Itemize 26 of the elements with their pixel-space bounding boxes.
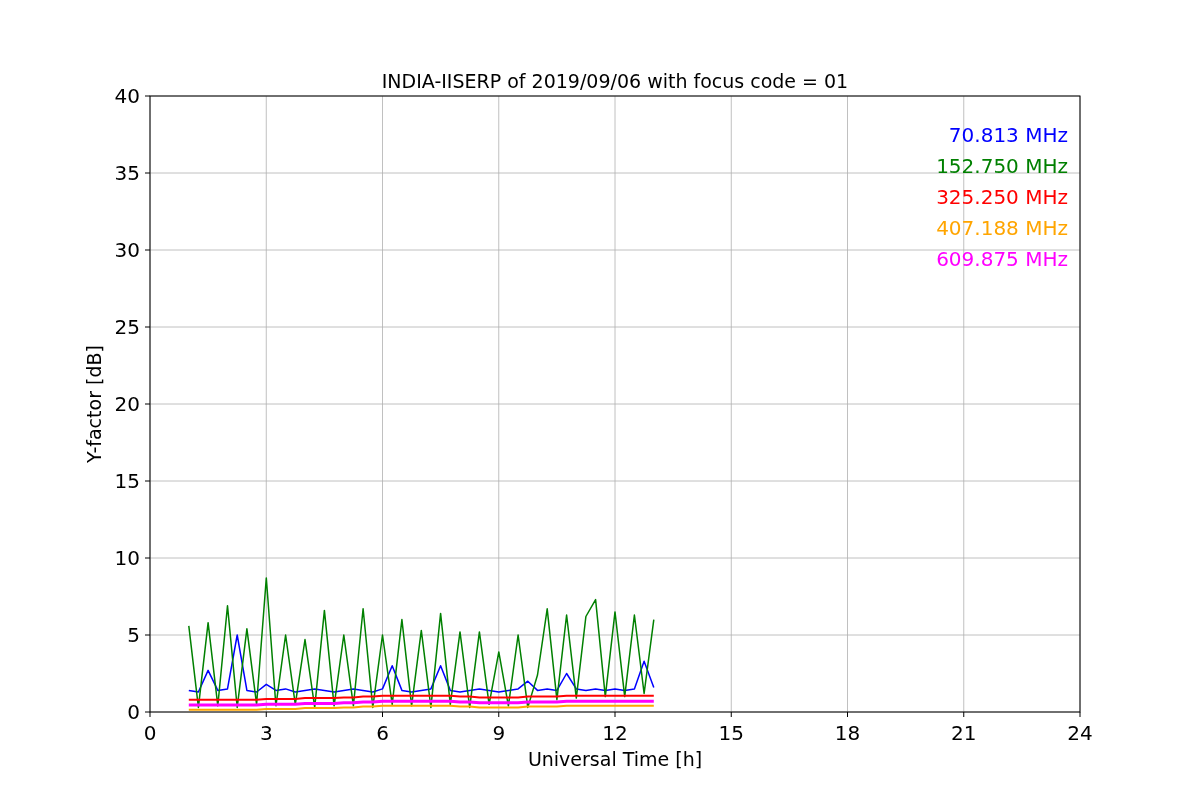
x-tick-label: 3 <box>259 721 273 745</box>
y-tick-label: 5 <box>127 623 140 647</box>
chart-title: INDIA-IISERP of 2019/09/06 with focus code = 01 <box>381 70 849 92</box>
x-tick-label: 24 <box>1067 721 1093 745</box>
x-axis-label: Universal Time [h] <box>527 748 703 770</box>
x-tick-label: 12 <box>602 721 628 745</box>
y-tick-label: 20 <box>114 392 140 416</box>
x-tick-label: 9 <box>492 721 506 745</box>
legend-label: 152.750 MHz <box>936 154 1068 178</box>
x-tick-label: 0 <box>143 721 157 745</box>
y-tick-label: 15 <box>114 469 140 493</box>
y-tick-label: 35 <box>114 161 140 185</box>
y-tick-label: 40 <box>114 84 140 108</box>
x-tick-label: 21 <box>951 721 977 745</box>
legend-label: 407.188 MHz <box>936 216 1068 240</box>
y-axis-label: Y-factor [dB] <box>83 345 105 463</box>
x-tick-label: 15 <box>718 721 744 745</box>
y-tick-label: 0 <box>127 700 140 724</box>
y-tick-label: 25 <box>114 315 140 339</box>
y-tick-label: 30 <box>114 238 140 262</box>
x-tick-label: 18 <box>834 721 861 745</box>
legend-label: 609.875 MHz <box>936 247 1068 271</box>
y-tick-label: 10 <box>114 546 140 570</box>
x-tick-label: 6 <box>376 721 389 745</box>
legend-label: 70.813 MHz <box>948 123 1068 147</box>
legend-label: 325.250 MHz <box>936 185 1068 209</box>
